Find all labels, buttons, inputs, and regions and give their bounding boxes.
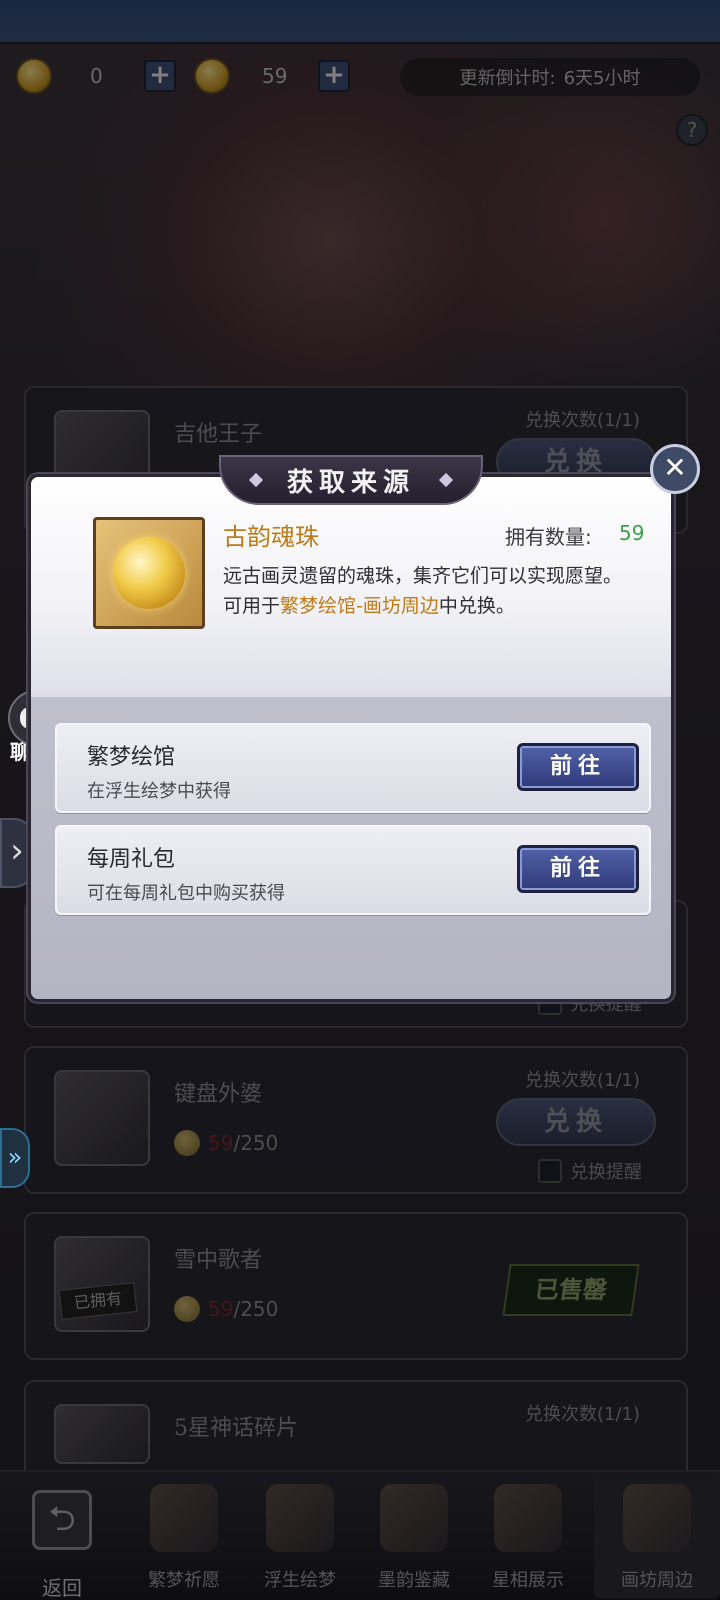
source-item-1: 繁梦绘馆 在浮生绘梦中获得 前往 (55, 723, 651, 813)
item-description: 远古画灵遗留的魂珠，集齐它们可以实现愿望。 可用于繁梦绘馆-画坊周边中兑换。 (223, 561, 643, 621)
own-count-value: 59 (619, 521, 645, 545)
title-ornament-left (248, 472, 264, 488)
source-name: 每周礼包 (87, 847, 176, 872)
desc-line-2: 可用于繁梦绘馆-画坊周边中兑换。 (223, 595, 515, 617)
desc-line-1: 远古画灵遗留的魂珠，集齐它们可以实现愿望。 (223, 565, 623, 587)
source-desc: 在浮生绘梦中获得 (87, 781, 231, 802)
source-item-2: 每周礼包 可在每周礼包中购买获得 前往 (55, 825, 651, 915)
item-name: 古韵魂珠 (223, 523, 319, 551)
desc-highlight: 繁梦绘馆-画坊周边 (280, 595, 439, 617)
side-expand-button-2[interactable]: » (0, 1128, 30, 1188)
go-button[interactable]: 前往 (517, 845, 639, 893)
soul-orb-icon (113, 537, 185, 609)
close-button[interactable]: ✕ (650, 444, 700, 494)
modal-title-bar: 获取来源 (219, 455, 483, 505)
modal-title: 获取来源 (286, 467, 415, 498)
title-ornament-right (438, 472, 454, 488)
item-icon-frame (93, 517, 205, 629)
own-count-label: 拥有数量: (505, 525, 592, 549)
source-desc: 可在每周礼包中购买获得 (87, 883, 285, 904)
source-modal: 获取来源 古韵魂珠 拥有数量: 59 远古画灵遗留的魂珠，集齐它们可以实现愿望。… (28, 455, 674, 1002)
go-button[interactable]: 前往 (517, 743, 639, 791)
source-name: 繁梦绘馆 (87, 745, 176, 770)
